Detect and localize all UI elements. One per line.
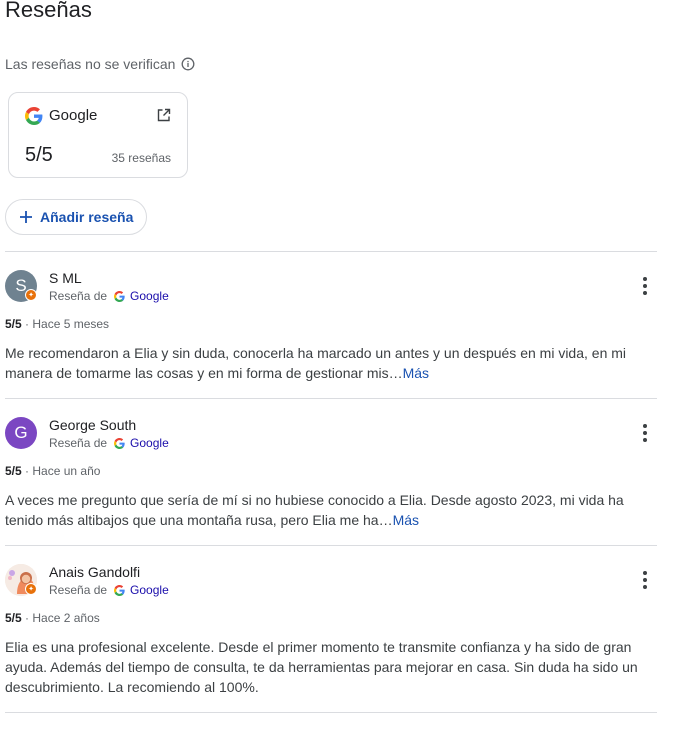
review-source-name[interactable]: Google bbox=[130, 436, 169, 450]
local-guide-badge-icon: ✦ bbox=[25, 583, 37, 595]
reviewer-name[interactable]: George South bbox=[49, 417, 136, 434]
verify-note: Las reseñas no se verifican bbox=[5, 55, 195, 73]
google-rating-card[interactable]: Google 5/5 35 reseñas bbox=[8, 92, 188, 178]
section-title: Reseñas bbox=[5, 0, 92, 22]
review-rating: 5/5 bbox=[5, 317, 22, 331]
review-rating: 5/5 bbox=[5, 611, 22, 625]
google-card-count: 35 reseñas bbox=[111, 151, 171, 165]
review-source-prefix: Reseña de bbox=[49, 436, 108, 450]
review-source: Reseña de Google bbox=[49, 583, 169, 597]
review-source-prefix: Reseña de bbox=[49, 289, 108, 303]
review-item: G George South Reseña de Google 5/5 · Ha… bbox=[5, 417, 657, 537]
info-icon[interactable] bbox=[181, 57, 195, 71]
review-text: Elia es una profesional excelente. Desde… bbox=[5, 637, 655, 697]
local-guide-badge-icon: ✦ bbox=[25, 289, 37, 301]
review-source-name[interactable]: Google bbox=[130, 289, 169, 303]
review-meta: 5/5 · Hace un año bbox=[5, 464, 100, 478]
review-body: Elia es una profesional excelente. Desde… bbox=[5, 639, 638, 695]
verify-note-text: Las reseñas no se verifican bbox=[5, 56, 176, 72]
open-external-icon[interactable] bbox=[157, 108, 171, 122]
more-options-icon[interactable] bbox=[641, 571, 649, 589]
review-text: A veces me pregunto que sería de mí si n… bbox=[5, 490, 655, 530]
review-meta: 5/5 · Hace 2 años bbox=[5, 611, 100, 625]
review-time: · Hace 5 meses bbox=[25, 317, 110, 331]
review-source-name[interactable]: Google bbox=[130, 583, 169, 597]
review-time: · Hace un año bbox=[25, 464, 101, 478]
review-meta: 5/5 · Hace 5 meses bbox=[5, 317, 109, 331]
divider bbox=[5, 545, 657, 546]
avatar[interactable]: G bbox=[5, 417, 37, 449]
review-text: Me recomendaron a Elia y sin duda, conoc… bbox=[5, 343, 655, 383]
reviewer-name[interactable]: S ML bbox=[49, 270, 82, 287]
divider bbox=[5, 712, 657, 713]
review-item: S ✦ S ML Reseña de Google 5/5 · Hace 5 m… bbox=[5, 270, 657, 390]
read-more-link[interactable]: Más bbox=[403, 365, 429, 381]
review-source: Reseña de Google bbox=[49, 436, 169, 450]
review-source: Reseña de Google bbox=[49, 289, 169, 303]
google-g-icon bbox=[114, 437, 125, 449]
more-options-icon[interactable] bbox=[641, 277, 649, 295]
add-review-label: Añadir reseña bbox=[40, 209, 134, 225]
read-more-link[interactable]: Más bbox=[393, 512, 419, 528]
google-card-rating: 5/5 bbox=[25, 144, 53, 166]
more-options-icon[interactable] bbox=[641, 424, 649, 442]
reviewer-name[interactable]: Anais Gandolfi bbox=[49, 564, 140, 581]
divider bbox=[5, 251, 657, 252]
review-rating: 5/5 bbox=[5, 464, 22, 478]
review-item: ✦ Anais Gandolfi Reseña de Google 5/5 · … bbox=[5, 564, 657, 704]
review-source-prefix: Reseña de bbox=[49, 583, 108, 597]
review-body: Me recomendaron a Elia y sin duda, conoc… bbox=[5, 345, 627, 381]
google-card-name: Google bbox=[49, 107, 98, 124]
google-g-icon bbox=[114, 290, 125, 302]
avatar-initial: G bbox=[14, 423, 28, 442]
review-body: A veces me pregunto que sería de mí si n… bbox=[5, 492, 624, 528]
plus-icon bbox=[20, 211, 32, 223]
add-review-button[interactable]: Añadir reseña bbox=[5, 199, 147, 235]
divider bbox=[5, 398, 657, 399]
google-logo-icon bbox=[25, 107, 43, 125]
review-time: · Hace 2 años bbox=[25, 611, 100, 625]
google-g-icon bbox=[114, 584, 125, 596]
